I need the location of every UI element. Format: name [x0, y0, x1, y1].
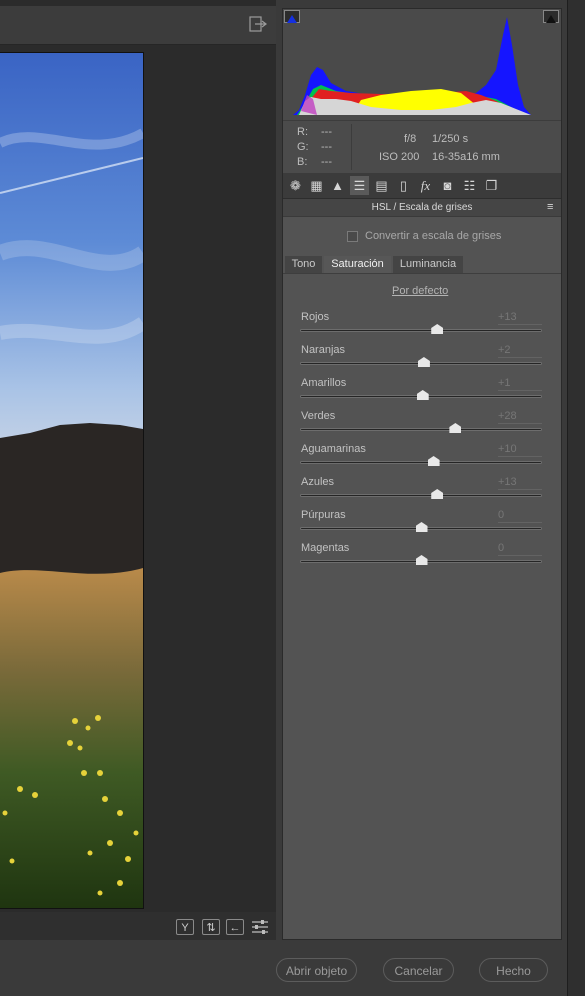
basic-panel-icon[interactable]: ❁	[286, 176, 305, 195]
tone-curve-icon[interactable]: ▦	[307, 176, 326, 195]
iso-value: ISO 200	[379, 151, 420, 163]
slider-label: Amarillos	[301, 377, 347, 389]
slider-label: Verdes	[301, 410, 336, 422]
grayscale-checkbox[interactable]	[347, 231, 358, 242]
tab-saturacion[interactable]: Saturación	[324, 256, 391, 273]
photo-preview[interactable]	[0, 52, 144, 909]
done-button[interactable]: Hecho	[479, 958, 548, 982]
preview-bottom-bar: Y ⇅ ←	[0, 912, 276, 940]
camera-info-panel: R: --- G: --- B: --- f/8 1/250 s ISO 200…	[283, 120, 561, 173]
aperture-value: f/8	[404, 133, 417, 145]
panel-header: HSL / Escala de grises ≡	[283, 199, 561, 217]
panel-menu-icon[interactable]: ≡	[547, 199, 553, 216]
slider-label: Púrpuras	[301, 509, 346, 521]
tab-luminancia[interactable]: Luminancia	[393, 256, 463, 273]
slider-label: Magentas	[301, 542, 350, 554]
slider-value-field[interactable]: +13	[498, 476, 542, 490]
window-edge	[567, 0, 585, 996]
info-divider	[351, 124, 352, 170]
hsl-icon[interactable]: ☰	[350, 176, 369, 195]
shutter-value: 1/250 s	[432, 133, 469, 145]
slider-label: Rojos	[301, 311, 330, 323]
r-label: R:	[297, 126, 308, 138]
lens-value: 16-35a16 mm	[432, 151, 500, 163]
split-toning-icon[interactable]: ▤	[372, 176, 391, 195]
g-label: G:	[297, 141, 309, 153]
slider-track[interactable]	[300, 494, 542, 497]
slider-track[interactable]	[300, 461, 542, 464]
hsl-tabs: Tono Saturación Luminancia	[283, 256, 561, 274]
lens-corrections-icon[interactable]: ▯	[394, 176, 413, 195]
slider-label: Azules	[301, 476, 335, 488]
before-after-y-button[interactable]: Y	[176, 919, 194, 935]
slider-value-field[interactable]: +13	[498, 311, 542, 325]
default-link[interactable]: Por defecto	[392, 285, 448, 297]
snapshots-icon[interactable]: ❐	[482, 176, 501, 195]
slider-value-field[interactable]: +10	[498, 443, 542, 457]
open-object-button[interactable]: Abrir objeto	[276, 958, 357, 982]
slider-track[interactable]	[300, 428, 542, 431]
swap-settings-icon[interactable]: ⇅	[202, 919, 220, 935]
grayscale-checkbox-row: Convertir a escala de grises	[283, 229, 561, 245]
slider-track[interactable]	[300, 329, 542, 332]
slider-label: Aguamarinas	[301, 443, 366, 455]
slider-value-field[interactable]: +2	[498, 344, 542, 358]
cancel-button[interactable]: Cancelar	[383, 958, 454, 982]
r-value: ---	[321, 126, 332, 138]
presets-icon[interactable]: ☷	[460, 176, 479, 195]
histogram	[283, 9, 561, 120]
slider-value-field[interactable]: 0	[498, 509, 542, 523]
slider-value-field[interactable]: +1	[498, 377, 542, 391]
copy-settings-icon[interactable]: ←	[226, 919, 244, 935]
grayscale-label: Convertir a escala de grises	[365, 230, 502, 242]
panel-tabs-toolbar: ❁ ▦ ▲ ☰ ▤ ▯ fx ◙ ☷ ❐	[283, 173, 561, 199]
slider-value-field[interactable]: 0	[498, 542, 542, 556]
preview-settings-icon[interactable]	[251, 919, 269, 935]
tab-tono[interactable]: Tono	[285, 256, 322, 273]
b-value: ---	[321, 156, 332, 168]
toggle-fullscreen-icon[interactable]	[249, 16, 267, 32]
slider-label: Naranjas	[301, 344, 346, 356]
camera-calibration-icon[interactable]: ◙	[438, 176, 457, 195]
preview-top-bar	[0, 6, 276, 45]
slider-value-field[interactable]: +28	[498, 410, 542, 424]
effects-icon[interactable]: fx	[416, 176, 435, 195]
detail-icon[interactable]: ▲	[328, 176, 347, 195]
panel-title: HSL / Escala de grises	[371, 202, 473, 213]
g-value: ---	[321, 141, 332, 153]
b-label: B:	[297, 156, 308, 168]
